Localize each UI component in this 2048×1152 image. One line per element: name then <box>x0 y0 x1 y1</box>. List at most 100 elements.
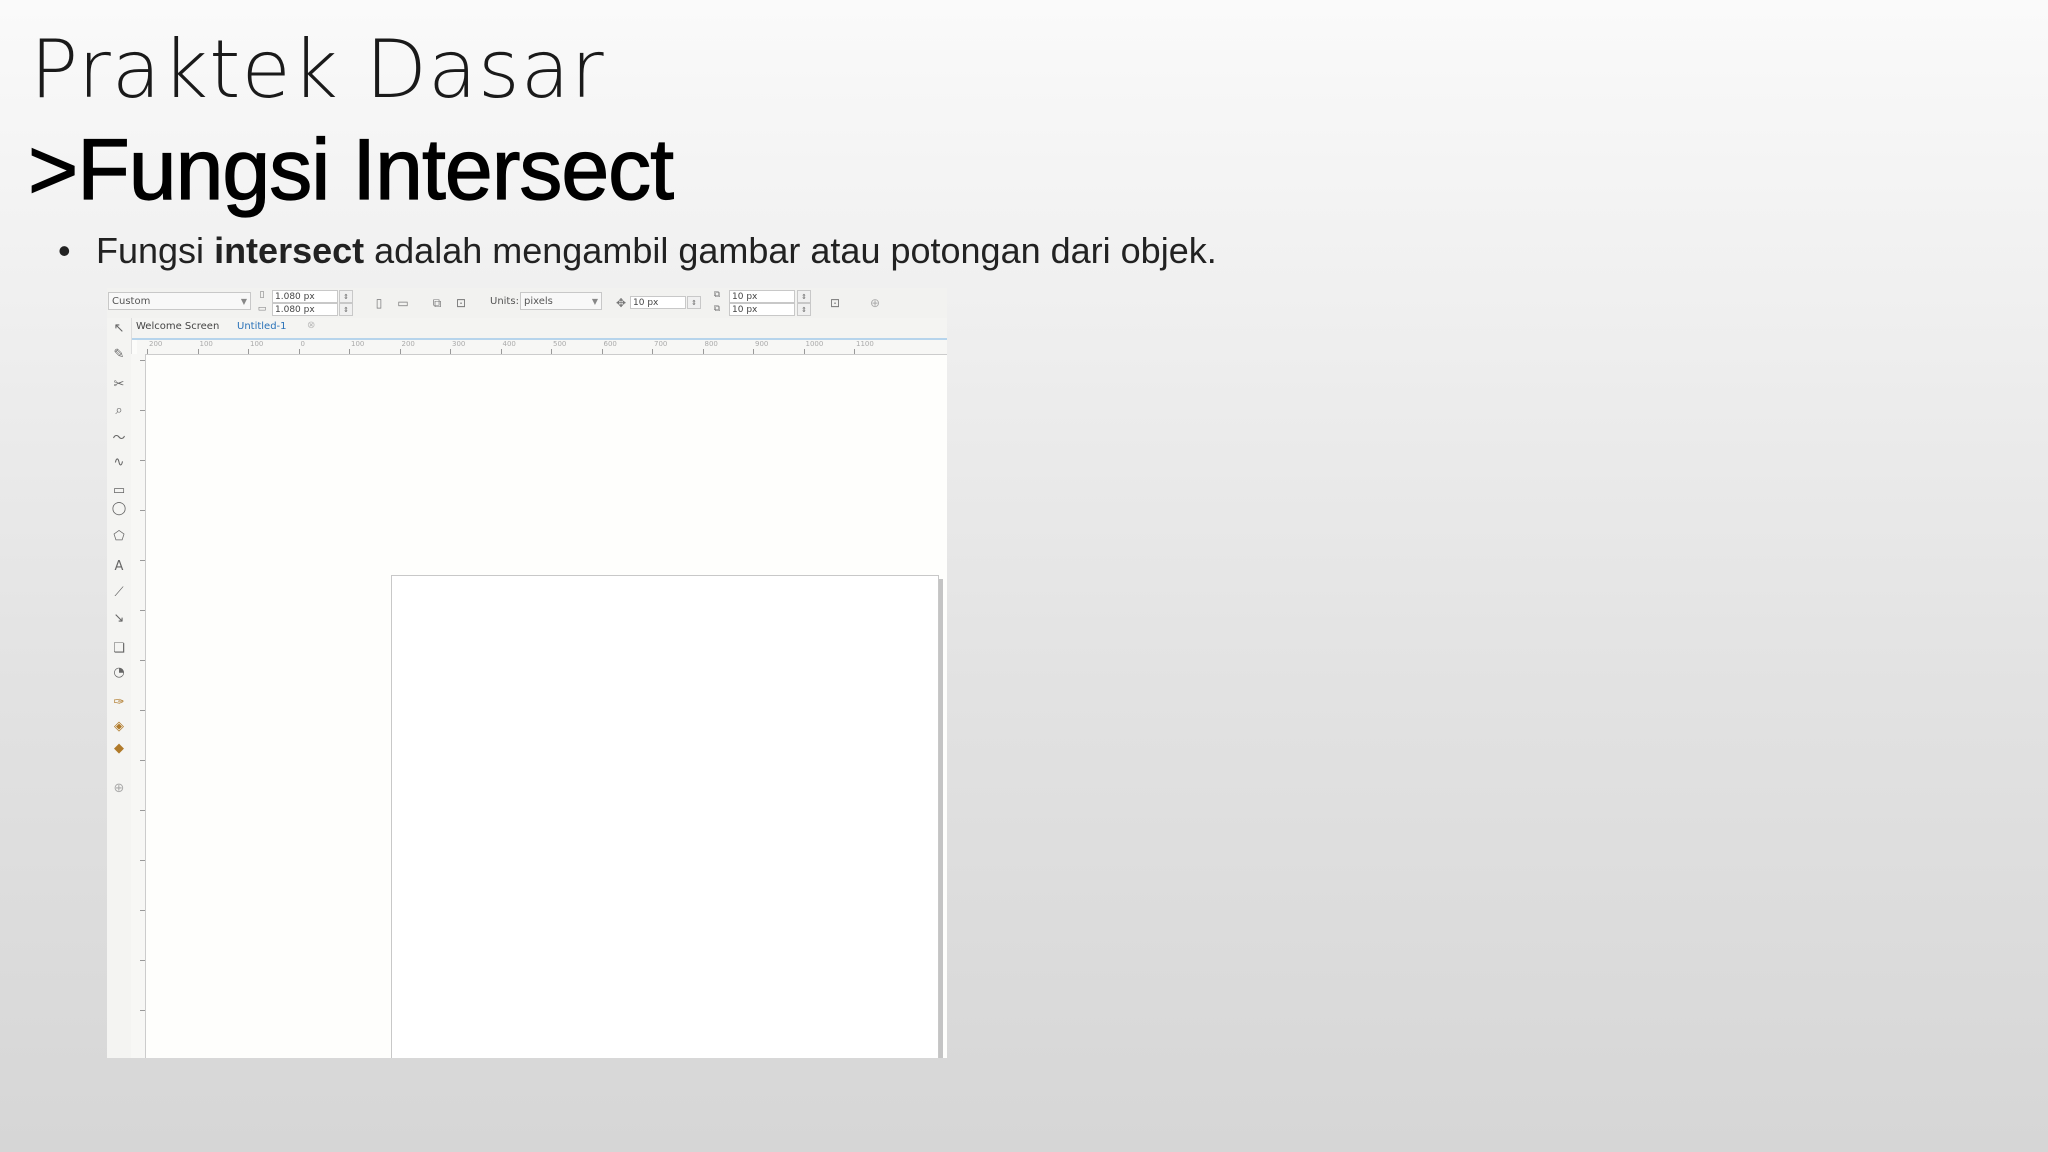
ruler-label: 100 <box>250 340 264 348</box>
freehand-tool-icon[interactable]: 〜 <box>110 430 128 448</box>
height-icon: ▭ <box>257 304 267 314</box>
slide-title: Praktek Dasar <box>30 23 605 116</box>
ruler-label: 500 <box>553 340 567 348</box>
page-width-field[interactable]: 1.080 px <box>272 290 338 303</box>
ruler-tick <box>140 1010 145 1011</box>
bullet-bold-term: intersect <box>214 230 365 271</box>
landscape-icon[interactable]: ▭ <box>395 295 411 311</box>
tab-untitled-1[interactable]: Untitled-1 <box>237 321 287 332</box>
bullet-prefix: Fungsi <box>96 230 215 271</box>
horizontal-ruler: 200 100 100 0 100 200 300 400 500 600 700 800 900 100… <box>137 340 947 355</box>
text-tool-icon[interactable]: A <box>110 558 128 576</box>
ruler-label: 100 <box>351 340 365 348</box>
width-icon: ▯ <box>259 290 265 300</box>
ruler-tick <box>854 349 855 354</box>
ruler-tick <box>601 349 603 354</box>
ruler-tick <box>140 360 145 361</box>
slide-subtitle: >Fungsi Intersect <box>27 121 674 218</box>
pick-tool-icon[interactable]: ↖ <box>110 320 128 338</box>
ruler-tick <box>140 810 145 811</box>
ruler-tick <box>147 349 148 354</box>
toolbox: ↖ ✎ ✂ ⌕ 〜 ∿ ▭ ◯ ⬠ A ⟋ ↘ ❏ ◔ ✑ ◈ ◆ ⊕ <box>107 318 132 1058</box>
polygon-tool-icon[interactable]: ⬠ <box>110 528 128 546</box>
transparency-tool-icon[interactable]: ◔ <box>110 664 128 682</box>
ruler-tick <box>140 660 145 661</box>
ruler-tick <box>500 349 502 354</box>
nudge-distance-field[interactable]: 10 px <box>630 296 686 309</box>
page-height-field[interactable]: 1.080 px <box>272 303 338 316</box>
chevron-down-icon: ▼ <box>240 297 247 306</box>
dimension-tool-icon[interactable]: ⟋ <box>110 584 128 602</box>
artistic-media-icon[interactable]: ∿ <box>110 454 128 472</box>
ruler-tick <box>140 410 145 411</box>
document-tabs: Welcome Screen Untitled-1 ⊗ <box>107 318 947 340</box>
close-icon[interactable]: ⊗ <box>307 320 315 331</box>
ruler-label: 0 <box>300 340 305 348</box>
ellipse-tool-icon[interactable]: ◯ <box>110 500 128 518</box>
ruler-label: 800 <box>704 340 718 348</box>
tab-welcome-screen[interactable]: Welcome Screen <box>136 321 219 332</box>
units-select[interactable]: pixels ▼ <box>520 292 602 310</box>
dup-y-spinner[interactable]: ⇕ <box>797 303 811 316</box>
dup-x-spinner[interactable]: ⇕ <box>797 290 811 303</box>
duplicate-x-field[interactable]: 10 px <box>729 290 795 303</box>
vertical-ruler <box>131 354 146 1058</box>
ruler-tick <box>551 349 552 354</box>
zoom-tool-icon[interactable]: ⌕ <box>110 402 128 420</box>
page-preset-value: Custom <box>112 296 151 307</box>
height-spinner[interactable]: ⇕ <box>339 303 353 316</box>
ruler-tick <box>140 760 145 761</box>
add-tool-icon[interactable]: ⊕ <box>110 780 128 798</box>
ruler-tick <box>140 610 145 611</box>
duplicate-y-field[interactable]: 10 px <box>729 303 795 316</box>
bullet-point: • Fungsi intersect adalah mengambil gamba… <box>58 226 1217 276</box>
ruler-tick <box>140 910 145 911</box>
shape-tool-icon[interactable]: ✎ <box>110 346 128 364</box>
app-screenshot: Custom ▼ ▯ 1.080 px ⇕ ▭ 1.080 px ⇕ ▯ ▭ ⧉… <box>107 288 947 1058</box>
page-preset-select[interactable]: Custom ▼ <box>108 292 251 310</box>
page-options-icon[interactable]: ⊡ <box>827 295 843 311</box>
chevron-down-icon: ▼ <box>591 297 598 306</box>
units-value: pixels <box>524 296 553 307</box>
add-icon[interactable]: ⊕ <box>867 295 883 311</box>
ruler-label: 100 <box>199 340 213 348</box>
nudge-spinner[interactable]: ⇕ <box>687 296 701 309</box>
units-label: Units: <box>490 296 519 307</box>
all-pages-icon[interactable]: ⧉ <box>429 295 445 311</box>
ruler-tick <box>349 349 350 354</box>
ruler-tick <box>140 460 145 461</box>
portrait-icon[interactable]: ▯ <box>371 295 387 311</box>
smart-fill-icon[interactable]: ◆ <box>110 740 128 758</box>
bullet-suffix: adalah mengambil gambar atau potongan da… <box>364 230 1217 271</box>
ruler-tick <box>140 510 145 511</box>
ruler-label: 300 <box>452 340 466 348</box>
ruler-label: 600 <box>603 340 617 348</box>
ruler-tick <box>140 860 145 861</box>
ruler-label: 200 <box>149 340 163 348</box>
ruler-label: 400 <box>502 340 516 348</box>
ruler-tick <box>652 349 653 354</box>
ruler-tick <box>753 349 754 354</box>
ruler-tick <box>450 349 451 354</box>
ruler-label: 900 <box>755 340 769 348</box>
document-page[interactable] <box>391 575 939 1058</box>
ruler-label: 1100 <box>856 340 874 348</box>
nudge-icon: ✥ <box>615 296 627 310</box>
drop-shadow-tool-icon[interactable]: ❏ <box>110 640 128 658</box>
ruler-label: 1000 <box>805 340 824 348</box>
property-bar: Custom ▼ ▯ 1.080 px ⇕ ▭ 1.080 px ⇕ ▯ ▭ ⧉… <box>107 288 947 319</box>
ruler-label: 700 <box>654 340 668 348</box>
width-spinner[interactable]: ⇕ <box>339 290 353 303</box>
drawing-canvas[interactable] <box>146 355 947 1058</box>
crop-tool-icon[interactable]: ✂ <box>110 376 128 394</box>
connector-tool-icon[interactable]: ↘ <box>110 610 128 628</box>
eyedropper-tool-icon[interactable]: ✑ <box>110 694 128 712</box>
ruler-tick <box>702 349 704 354</box>
dup-x-icon: ⧉ <box>713 290 721 300</box>
ruler-label: 200 <box>401 340 415 348</box>
bullet-icon: • <box>58 230 71 271</box>
current-page-icon[interactable]: ⊡ <box>453 295 469 311</box>
ruler-tick <box>140 710 145 711</box>
interactive-fill-icon[interactable]: ◈ <box>110 718 128 736</box>
rectangle-tool-icon[interactable]: ▭ <box>110 482 128 500</box>
